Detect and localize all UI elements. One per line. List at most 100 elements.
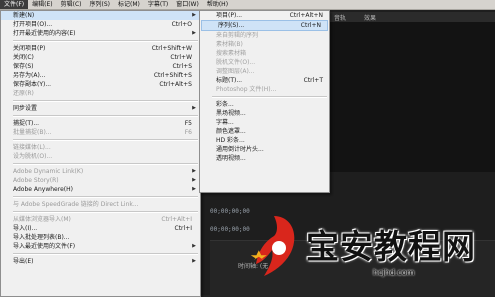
new-submenu-item-label: 通用倒计时片头... — [216, 146, 264, 153]
submenu-arrow-icon: ▶ — [192, 12, 196, 18]
submenu-arrow-icon: ▶ — [192, 30, 196, 36]
new-submenu-item-label: 彩条... — [216, 101, 234, 108]
new-submenu-item-4: 搜索素材箱 — [200, 49, 329, 58]
file-menu-item-27[interactable]: 导入批处理列表(B)... — [1, 233, 200, 242]
file-menu-item-14: 批量捕捉(B)... F6 — [1, 128, 200, 137]
menu-separator — [13, 115, 198, 117]
file-menu-item-8[interactable]: 保存副本(Y)... Ctrl+Alt+S — [1, 80, 200, 89]
menu-sequence[interactable]: 序列(S) — [86, 0, 115, 9]
submenu-arrow-icon: ▶ — [192, 243, 196, 249]
file-menu-item-2[interactable]: 打开最近使用的内容(E) ▶ — [1, 29, 200, 38]
menu-separator — [13, 163, 198, 165]
submenu-arrow-icon: ▶ — [192, 186, 196, 192]
menu-title[interactable]: 字幕(T) — [144, 0, 172, 9]
new-submenu-item-11[interactable]: 黑场视频... — [200, 109, 329, 118]
new-submenu-item-label: 黑场视频... — [216, 110, 246, 117]
new-submenu-item-shortcut: Ctrl+N — [300, 22, 321, 29]
file-menu-item-label: 批量捕捉(B)... — [13, 129, 52, 136]
new-submenu-item-label: 颜色遮罩... — [216, 128, 246, 135]
file-menu-item-label: Adobe Dynamic Link(K) — [13, 168, 84, 175]
file-menu-item-label: 从媒体浏览器导入(M) — [13, 216, 71, 223]
file-menu-item-23: 与 Adobe SpeedGrade 链接的 Direct Link... — [1, 200, 200, 209]
file-menu-item-shortcut: Ctrl+Alt+I — [161, 216, 192, 223]
panel-tabs: 音轨 效果 — [330, 12, 495, 22]
file-menu-item-1[interactable]: 打开项目(O)... Ctrl+O — [1, 20, 200, 29]
new-submenu-item-label: 来自剪辑的序列 — [216, 32, 259, 39]
menu-clip[interactable]: 剪辑(C) — [57, 0, 86, 9]
file-menu-item-shortcut: F6 — [184, 129, 192, 136]
file-menu-item-label: Adobe Anywhere(H) — [13, 186, 73, 193]
file-menu-item-label: 导出(E) — [13, 258, 34, 265]
new-submenu-item-label: HD 彩条... — [216, 137, 245, 144]
file-menu-item-label: 新建(N) — [13, 12, 35, 19]
file-menu-item-13[interactable]: 捕捉(T)... F5 — [1, 119, 200, 128]
file-menu-item-17: 设为脱机(O)... — [1, 152, 200, 161]
new-submenu-item-label: 素材箱(B) — [216, 41, 243, 48]
file-menu-item-shortcut: Ctrl+Shift+W — [151, 45, 192, 52]
new-submenu-item-label: 脱机文件(O)... — [216, 59, 256, 66]
file-menu-item-label: 另存为(A)... — [13, 72, 46, 79]
timecode-display-secondary: 00;00;00;00 — [210, 226, 250, 233]
file-menu-item-label: 导入最近使用的文件(F) — [13, 243, 76, 250]
file-menu-item-21[interactable]: Adobe Anywhere(H) ▶ — [1, 185, 200, 194]
menu-marker[interactable]: 标记(M) — [114, 0, 144, 9]
file-menu-item-label: 导入(I)... — [13, 225, 38, 232]
tab-audio-meters[interactable]: 音轨 — [334, 13, 346, 22]
new-submenu-item-label: Photoshop 文件(H)... — [216, 86, 277, 93]
file-menu-item-shortcut: Ctrl+W — [170, 54, 192, 61]
new-submenu-item-6: 调整图层(A)... — [200, 67, 329, 76]
watermark-title: 宝安教程网 — [306, 227, 476, 266]
menu-file[interactable]: 文件(F) — [0, 0, 29, 9]
watermark: 宝安教程网 hcjhd.com — [248, 212, 495, 295]
file-menu: 新建(N) ▶ 打开项目(O)... Ctrl+O 打开最近使用的内容(E) ▶ 关闭项目(… — [0, 10, 201, 297]
new-submenu-item-14[interactable]: HD 彩条... — [200, 136, 329, 145]
menu-help[interactable]: 帮助(H) — [203, 0, 232, 9]
file-menu-item-label: 保存副本(Y)... — [13, 81, 52, 88]
file-menu-item-label: 还原(R) — [13, 90, 34, 97]
file-menu-item-19: Adobe Dynamic Link(K) ▶ — [1, 167, 200, 176]
file-menu-item-0[interactable]: 新建(N) ▶ — [1, 11, 200, 20]
menu-edit[interactable]: 编辑(E) — [28, 0, 56, 9]
submenu-arrow-icon: ▶ — [192, 105, 196, 111]
new-submenu-item-label: 透明视频... — [216, 155, 246, 162]
file-menu-item-26[interactable]: 导入(I)... Ctrl+I — [1, 224, 200, 233]
submenu-arrow-icon: ▶ — [192, 258, 196, 264]
menubar: 文件(F) 编辑(E) 剪辑(C) 序列(S) 标记(M) 字幕(T) 窗口(W… — [0, 0, 495, 10]
file-menu-item-11[interactable]: 同步设置 ▶ — [1, 104, 200, 113]
file-menu-item-16: 链接媒体(L)... — [1, 143, 200, 152]
new-submenu-item-0[interactable]: 项目(P)... Ctrl+Alt+N — [200, 11, 329, 20]
file-menu-item-shortcut: Ctrl+O — [171, 21, 192, 28]
timecode-display: 00;00;00;00 — [210, 208, 250, 215]
new-submenu-item-12[interactable]: 字幕... — [200, 118, 329, 127]
new-submenu-item-16[interactable]: 透明视频... — [200, 154, 329, 163]
new-submenu-item-label: 序列(S)... — [218, 22, 245, 29]
file-menu-item-shortcut: Ctrl+S — [172, 63, 192, 70]
menu-window[interactable]: 窗口(W) — [172, 0, 203, 9]
new-submenu-item-label: 调整图层(A)... — [216, 68, 255, 75]
new-submenu-item-7[interactable]: 标题(T)... Ctrl+T — [200, 76, 329, 85]
file-menu-item-shortcut: F5 — [184, 120, 192, 127]
new-submenu-item-1[interactable]: 序列(S)... Ctrl+N — [201, 20, 328, 31]
new-submenu-item-10[interactable]: 彩条... — [200, 100, 329, 109]
file-menu-item-label: 同步设置 — [13, 105, 38, 112]
menu-separator — [13, 139, 198, 141]
file-menu-item-30[interactable]: 导出(E) ▶ — [1, 257, 200, 266]
new-submenu-item-label: 标题(T)... — [216, 77, 243, 84]
tab-effects[interactable]: 效果 — [364, 13, 376, 22]
file-menu-item-4[interactable]: 关闭项目(P) Ctrl+Shift+W — [1, 44, 200, 53]
file-menu-item-28[interactable]: 导入最近使用的文件(F) ▶ — [1, 242, 200, 251]
menu-separator — [13, 211, 198, 213]
file-menu-item-5[interactable]: 关闭(C) Ctrl+W — [1, 53, 200, 62]
file-menu-item-shortcut: Ctrl+I — [174, 225, 192, 232]
file-menu-item-6[interactable]: 保存(S) Ctrl+S — [1, 62, 200, 71]
menu-separator — [13, 40, 198, 42]
new-submenu-item-13[interactable]: 颜色遮罩... — [200, 127, 329, 136]
new-submenu-item-8: Photoshop 文件(H)... — [200, 85, 329, 94]
menu-separator — [212, 96, 327, 98]
new-submenu-item-15[interactable]: 通用倒计时片头... — [200, 145, 329, 154]
file-menu-item-shortcut: Ctrl+Alt+S — [159, 81, 192, 88]
file-menu-item-7[interactable]: 另存为(A)... Ctrl+Shift+S — [1, 71, 200, 80]
file-menu-item-label: Adobe Story(R) — [13, 177, 59, 184]
file-menu-item-label: 设为脱机(O)... — [13, 153, 53, 160]
watermark-logo-icon — [250, 216, 295, 276]
